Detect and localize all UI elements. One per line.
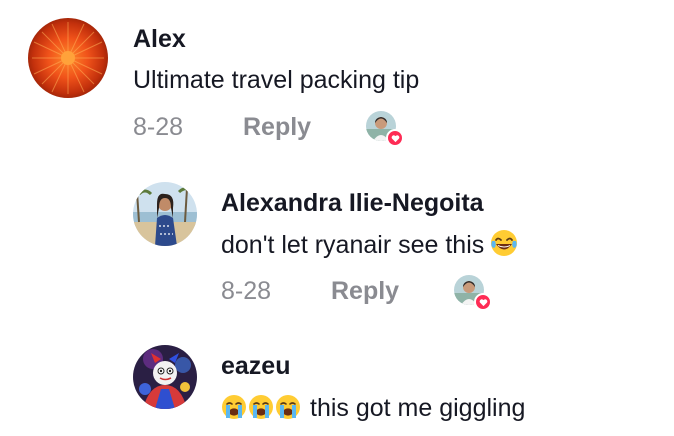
heart-icon — [474, 293, 492, 311]
comment-username[interactable]: Alexandra Ilie-Negoita — [221, 188, 484, 218]
comment-date: 8-28 — [133, 113, 184, 141]
cartoon-avatar-image — [133, 345, 197, 409]
creator-liked-indicator — [454, 275, 492, 311]
avatar[interactable] — [133, 182, 197, 246]
avatar[interactable] — [28, 18, 108, 98]
heart-icon — [386, 129, 404, 147]
laughing-crying-emoji-icon — [490, 229, 518, 257]
crying-emoji-icon — [221, 394, 247, 420]
comment-username[interactable]: Alex — [133, 24, 186, 54]
avatar[interactable] — [133, 345, 197, 409]
reply-button[interactable]: Reply — [331, 276, 399, 306]
creator-liked-indicator — [366, 111, 404, 147]
flower-avatar-image — [28, 18, 108, 98]
comment-text-row: this got me giggling — [221, 393, 525, 427]
crying-emoji-icon — [248, 394, 274, 420]
reply-button[interactable]: Reply — [243, 112, 311, 142]
beach-avatar-image — [133, 182, 197, 246]
crying-emoji-icon — [275, 394, 301, 420]
comment-text: Ultimate travel packing tip — [133, 66, 420, 94]
comment-date: 8-28 — [221, 277, 272, 305]
comment-text: don't let ryanair see this — [221, 231, 485, 259]
crying-emojis — [221, 394, 302, 427]
comment-text: this got me giggling — [310, 394, 526, 422]
comment-text-row: don't let ryanair see this — [221, 229, 518, 260]
comment-username[interactable]: eazeu — [221, 351, 290, 381]
